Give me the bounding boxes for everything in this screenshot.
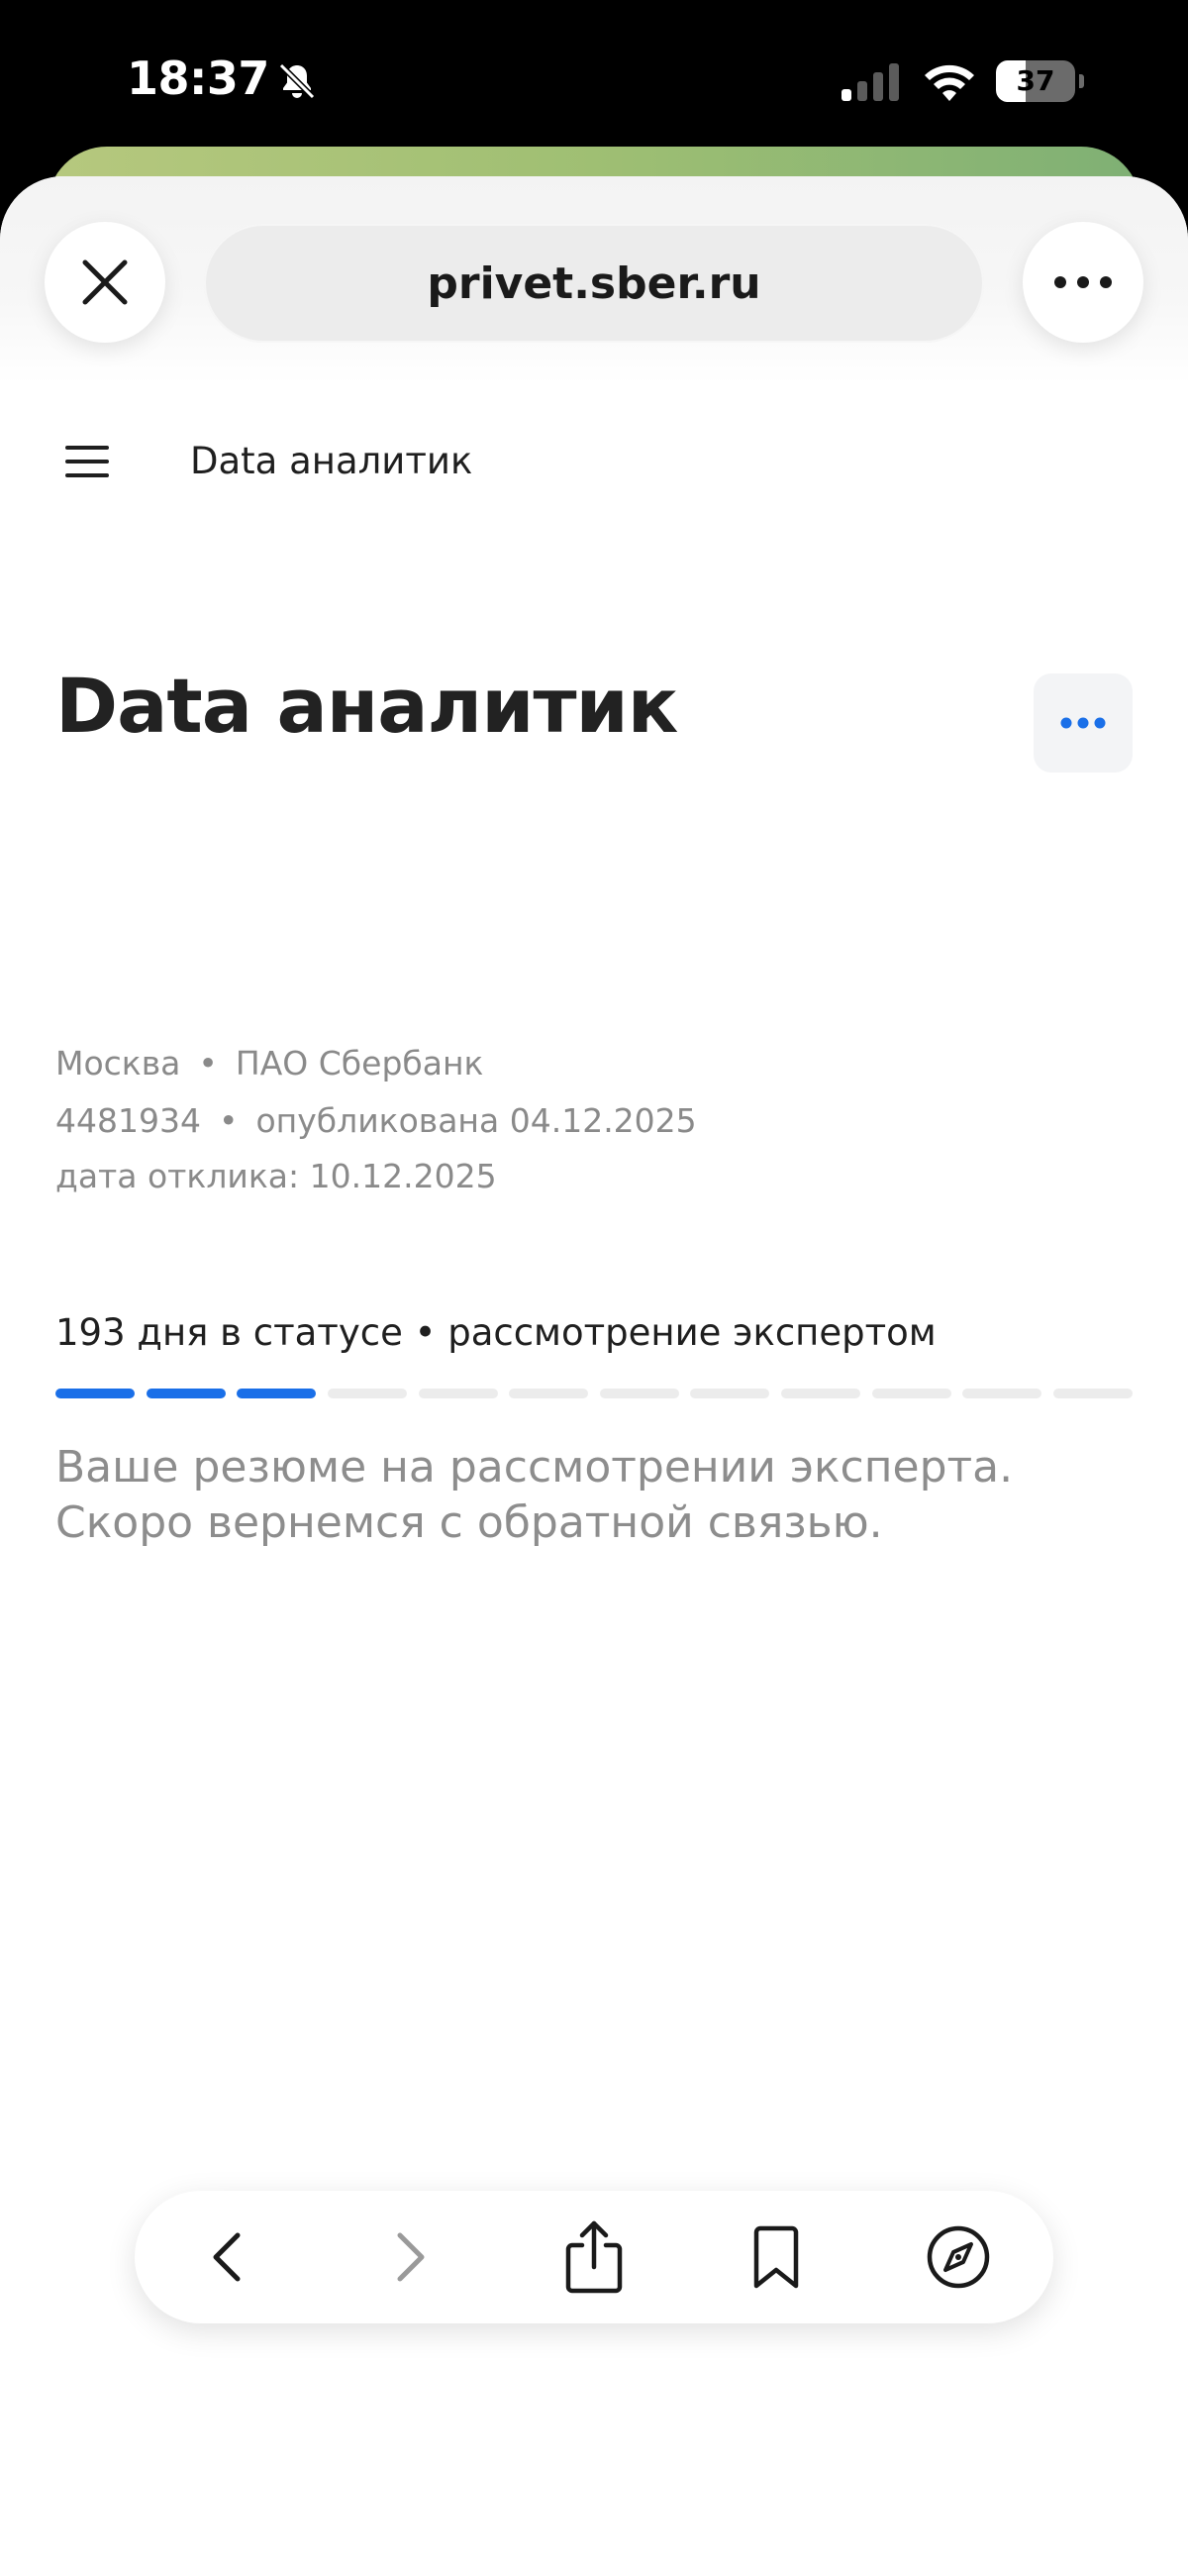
progress-segment-active (146, 1389, 226, 1398)
vacancy-location-company: Москва • ПАО Сбербанк (55, 1044, 483, 1082)
forward-button[interactable] (372, 2219, 447, 2295)
close-icon (82, 259, 128, 305)
vacancy-response-date: дата отклика: 10.12.2025 (55, 1157, 497, 1195)
meta-separator: • (198, 1044, 218, 1082)
progress-segment (962, 1389, 1042, 1398)
progress-segment-active (55, 1389, 135, 1398)
status-time: 18:37 (127, 52, 269, 105)
back-button[interactable] (190, 2219, 265, 2295)
back-icon (213, 2232, 241, 2282)
forward-icon (397, 2232, 425, 2282)
progress-segment (690, 1389, 770, 1398)
compass-button[interactable] (921, 2219, 996, 2295)
vacancy-id-published: 4481934 • опубликована 04.12.2025 (55, 1101, 697, 1140)
more-dots-icon (1060, 717, 1106, 729)
progress-segment (1052, 1389, 1133, 1398)
hamburger-menu-icon[interactable] (63, 442, 111, 481)
url-text: privet.sber.ru (427, 258, 761, 309)
bookmarks-icon (753, 2225, 799, 2289)
vacancy-published: опубликована 04.12.2025 (255, 1101, 697, 1140)
wifi-icon (925, 64, 974, 101)
bell-slash-icon (278, 62, 316, 100)
progress-segment (418, 1389, 498, 1398)
battery-icon: 37 (996, 60, 1084, 102)
page-title: Data аналитик (55, 662, 678, 750)
status-description: Ваше резюме на рассмотрении эксперта. Ск… (55, 1442, 1014, 1548)
vacancy-company: ПАО Сбербанк (235, 1044, 484, 1082)
status-progress-bar (55, 1389, 1133, 1398)
progress-segment-active (237, 1389, 317, 1398)
status-bar: 18:37 37 (0, 0, 1188, 149)
vacancy-city: Москва (55, 1044, 181, 1082)
progress-segment (599, 1389, 679, 1398)
more-options-button[interactable] (1023, 222, 1143, 343)
meta-separator: • (218, 1101, 239, 1140)
share-button[interactable] (556, 2219, 632, 2295)
vacancy-id: 4481934 (55, 1101, 201, 1140)
battery-level: 37 (1016, 64, 1055, 97)
progress-segment (327, 1389, 407, 1398)
progress-segment (871, 1389, 951, 1398)
vacancy-options-button[interactable] (1034, 673, 1133, 773)
application-status: 193 дня в статусе • рассмотрение эксперт… (55, 1311, 937, 1354)
more-horizontal-icon (1054, 276, 1112, 288)
compass-icon (927, 2225, 990, 2289)
browser-top-bar: privet.sber.ru (0, 176, 1188, 384)
progress-segment (781, 1389, 860, 1398)
cellular-signal-icon (842, 63, 899, 101)
site-header-title: Data аналитик (190, 440, 473, 482)
close-button[interactable] (45, 222, 165, 343)
share-icon (565, 2220, 623, 2294)
bookmarks-button[interactable] (739, 2219, 814, 2295)
progress-segment (509, 1389, 589, 1398)
address-bar[interactable]: privet.sber.ru (204, 224, 984, 343)
browser-toolbar (135, 2191, 1053, 2323)
browser-sheet: privet.sber.ru Data аналитик Data аналит… (0, 176, 1188, 2576)
